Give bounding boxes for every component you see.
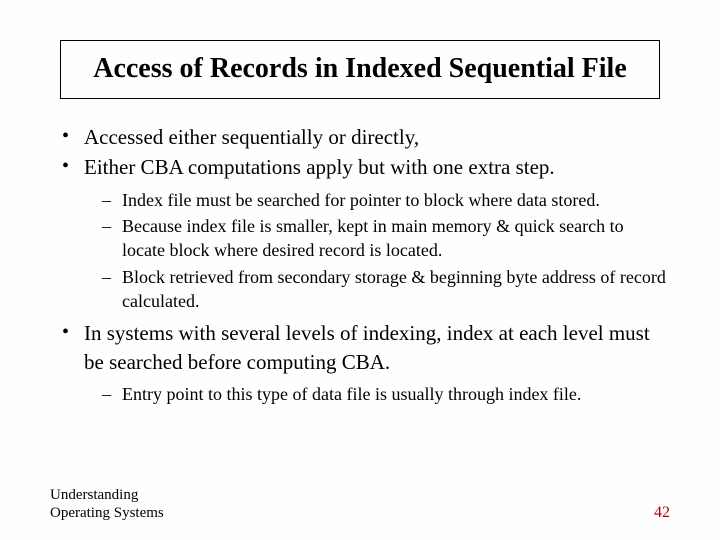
main-bullet-list: Accessed either sequentially or directly… — [50, 123, 670, 406]
sub-bullet-item: Because index file is smaller, kept in m… — [102, 214, 670, 263]
footer-line: Understanding — [50, 487, 138, 503]
bullet-text: Either CBA computations apply but with o… — [84, 155, 555, 179]
sub-bullet-list: Index file must be searched for pointer … — [84, 188, 670, 313]
bullet-item: In systems with several levels of indexi… — [60, 319, 670, 406]
footer-source: Understanding Operating Systems — [50, 486, 164, 522]
footer-line: Operating Systems — [50, 505, 164, 521]
sub-bullet-list: Entry point to this type of data file is… — [84, 382, 670, 406]
bullet-item: Accessed either sequentially or directly… — [60, 123, 670, 151]
title-box: Access of Records in Indexed Sequential … — [60, 40, 660, 99]
bullet-item: Either CBA computations apply but with o… — [60, 153, 670, 313]
sub-bullet-item: Entry point to this type of data file is… — [102, 382, 670, 406]
sub-bullet-item: Index file must be searched for pointer … — [102, 188, 670, 212]
page-number: 42 — [654, 504, 670, 522]
slide-title: Access of Records in Indexed Sequential … — [81, 51, 639, 86]
footer: Understanding Operating Systems 42 — [50, 486, 670, 522]
sub-bullet-item: Block retrieved from secondary storage &… — [102, 265, 670, 314]
bullet-text: In systems with several levels of indexi… — [84, 321, 650, 373]
